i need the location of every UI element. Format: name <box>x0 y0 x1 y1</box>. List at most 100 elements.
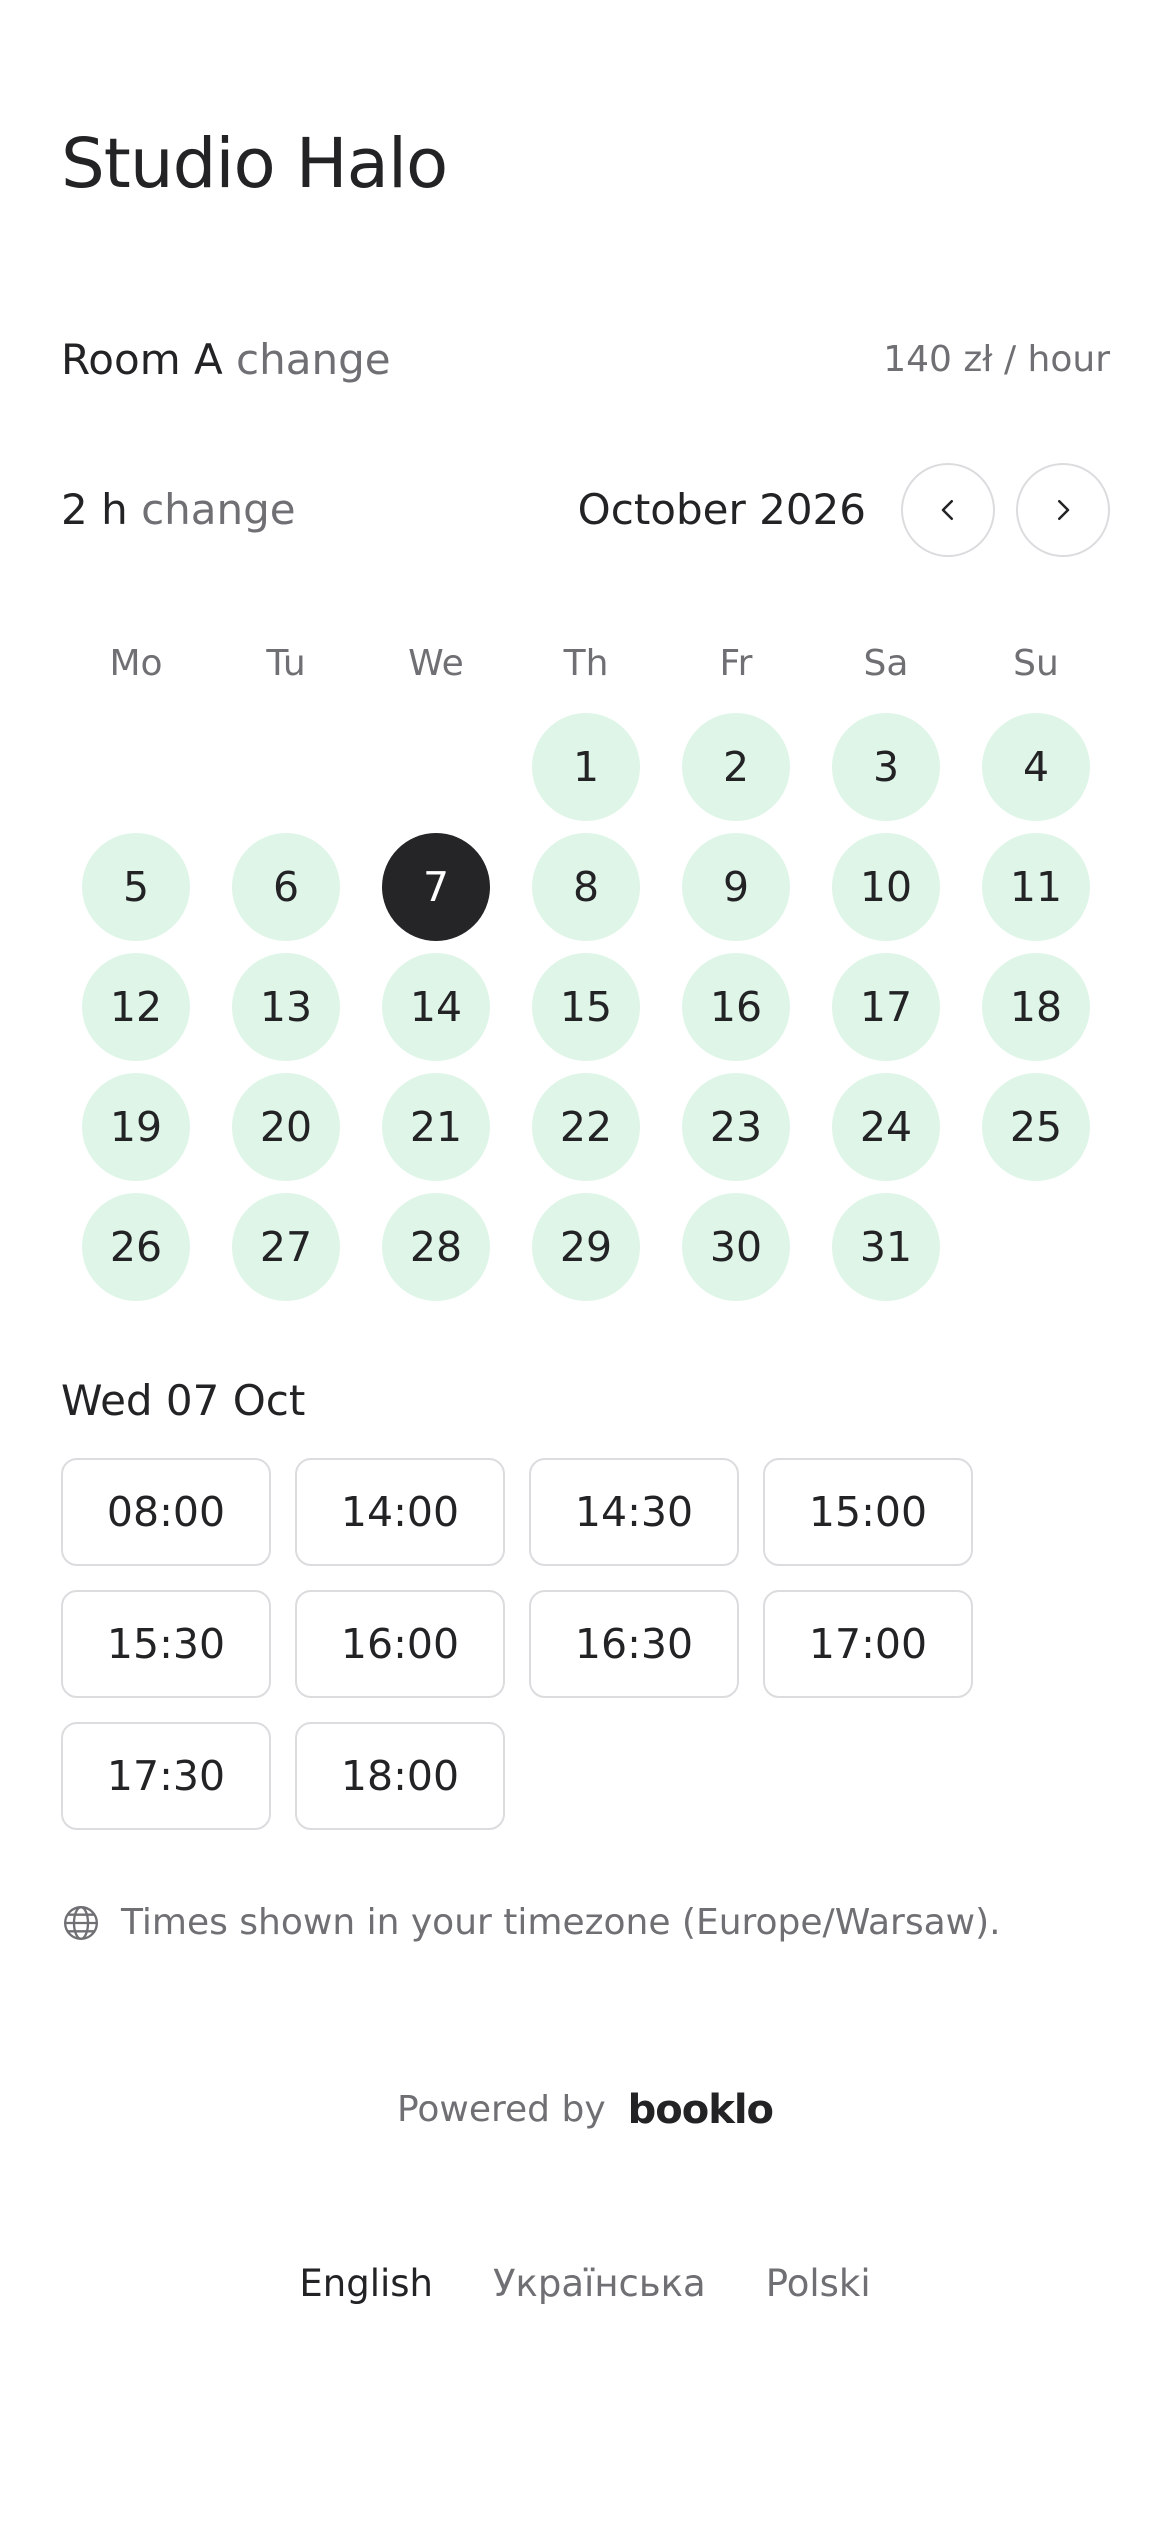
day-cell: 21 <box>361 1073 511 1193</box>
day-button[interactable]: 28 <box>382 1193 490 1301</box>
day-cell: 28 <box>361 1193 511 1313</box>
empty-day-cell <box>61 713 211 833</box>
day-button[interactable]: 1 <box>532 713 640 821</box>
weekday-label: Fr <box>719 643 753 684</box>
day-cell: 30 <box>661 1193 811 1313</box>
day-cell: 14 <box>361 953 511 1073</box>
day-button[interactable]: 8 <box>532 833 640 941</box>
chevron-right-icon <box>1058 500 1070 520</box>
day-button[interactable]: 3 <box>832 713 940 821</box>
next-month-button[interactable] <box>1016 463 1110 557</box>
day-button[interactable]: 26 <box>82 1193 190 1301</box>
weekday-label: Th <box>563 643 609 684</box>
day-cell: 2 <box>661 713 811 833</box>
day-button[interactable]: 2 <box>682 713 790 821</box>
change-room-link[interactable]: change <box>236 335 391 384</box>
timezone-note: Times shown in your timezone (Europe/War… <box>61 1899 1001 1947</box>
time-slot-button[interactable]: 16:30 <box>529 1590 739 1698</box>
day-button[interactable]: 10 <box>832 833 940 941</box>
powered-by: Powered by booklo <box>0 2085 1170 2135</box>
day-button[interactable]: 15 <box>532 953 640 1061</box>
day-cell: 13 <box>211 953 361 1073</box>
time-slot-button[interactable]: 14:00 <box>295 1458 505 1566</box>
day-cell: 5 <box>61 833 211 953</box>
day-button[interactable]: 6 <box>232 833 340 941</box>
selected-day-button[interactable]: 7 <box>382 833 490 941</box>
day-button[interactable]: 5 <box>82 833 190 941</box>
time-slot-button[interactable]: 16:00 <box>295 1590 505 1698</box>
day-cell: 11 <box>961 833 1111 953</box>
weekday-label: Mo <box>109 643 163 684</box>
day-cell: 26 <box>61 1193 211 1313</box>
day-cell: 18 <box>961 953 1111 1073</box>
day-button[interactable]: 25 <box>982 1073 1090 1181</box>
month-label: October 2026 <box>577 485 866 534</box>
weekday-label: We <box>408 643 464 684</box>
day-button[interactable]: 24 <box>832 1073 940 1181</box>
day-button[interactable]: 21 <box>382 1073 490 1181</box>
day-button[interactable]: 17 <box>832 953 940 1061</box>
day-button[interactable]: 20 <box>232 1073 340 1181</box>
day-cell: 27 <box>211 1193 361 1313</box>
language-option[interactable]: Українська <box>493 2259 706 2309</box>
change-duration-link[interactable]: change <box>141 485 296 534</box>
day-cell: 10 <box>811 833 961 953</box>
timezone-text: Times shown in your timezone (Europe/War… <box>121 1902 1001 1943</box>
day-cell: 12 <box>61 953 211 1073</box>
globe-icon <box>64 1906 98 1940</box>
time-slot-button[interactable]: 17:00 <box>763 1590 973 1698</box>
day-button[interactable]: 30 <box>682 1193 790 1301</box>
language-option[interactable]: Polski <box>766 2259 871 2309</box>
language-switcher: English Українська Polski <box>0 2259 1170 2309</box>
chevron-left-icon <box>941 500 953 520</box>
day-cell: 20 <box>211 1073 361 1193</box>
day-cell: 23 <box>661 1073 811 1193</box>
room-price: 140 zł / hour <box>883 339 1110 380</box>
day-button[interactable]: 11 <box>982 833 1090 941</box>
day-cell: 8 <box>511 833 661 953</box>
day-button[interactable]: 12 <box>82 953 190 1061</box>
day-button[interactable]: 14 <box>382 953 490 1061</box>
time-slot-button[interactable]: 08:00 <box>61 1458 271 1566</box>
duration-label: 2 h <box>61 485 128 534</box>
day-button[interactable]: 9 <box>682 833 790 941</box>
day-cell: 16 <box>661 953 811 1073</box>
weekday-label: Su <box>1013 643 1059 684</box>
weekday-label: Sa <box>863 643 909 684</box>
room-selector: Room A change <box>61 332 391 388</box>
day-cell: 24 <box>811 1073 961 1193</box>
day-button[interactable]: 31 <box>832 1193 940 1301</box>
day-cell: 17 <box>811 953 961 1073</box>
day-cell: 25 <box>961 1073 1111 1193</box>
empty-day-cell <box>211 713 361 833</box>
day-button[interactable]: 29 <box>532 1193 640 1301</box>
language-option[interactable]: English <box>299 2259 433 2309</box>
weekday-label: Tu <box>266 643 306 684</box>
day-button[interactable]: 18 <box>982 953 1090 1061</box>
previous-month-button[interactable] <box>901 463 995 557</box>
day-cell: 29 <box>511 1193 661 1313</box>
day-button[interactable]: 16 <box>682 953 790 1061</box>
time-slot-button[interactable]: 17:30 <box>61 1722 271 1830</box>
day-cell: 9 <box>661 833 811 953</box>
day-button[interactable]: 23 <box>682 1073 790 1181</box>
time-slot-button[interactable]: 14:30 <box>529 1458 739 1566</box>
page-title: Studio Halo <box>61 124 448 204</box>
day-cell: 19 <box>61 1073 211 1193</box>
time-slot-button[interactable]: 15:00 <box>763 1458 973 1566</box>
day-cell: 6 <box>211 833 361 953</box>
day-button[interactable]: 27 <box>232 1193 340 1301</box>
day-cell: 3 <box>811 713 961 833</box>
time-slot-grid: 08:00 14:00 14:30 15:00 15:30 16:00 16:30 17:00… <box>61 1458 991 1830</box>
calendar-grid: 1 2 3 4 5 6 7 8 9 10 11 12 13 14 15 16 17 18 19 20 21 22 23 24 2… <box>61 713 1111 1313</box>
time-slot-button[interactable]: 15:30 <box>61 1590 271 1698</box>
brand-logo[interactable]: booklo <box>628 2085 774 2135</box>
day-cell: 31 <box>811 1193 961 1313</box>
time-slot-button[interactable]: 18:00 <box>295 1722 505 1830</box>
day-cell: 15 <box>511 953 661 1073</box>
day-button[interactable]: 19 <box>82 1073 190 1181</box>
day-button[interactable]: 4 <box>982 713 1090 821</box>
day-button[interactable]: 13 <box>232 953 340 1061</box>
booking-page: Studio Halo Room A change 140 zł / hour … <box>0 0 1170 2532</box>
day-button[interactable]: 22 <box>532 1073 640 1181</box>
